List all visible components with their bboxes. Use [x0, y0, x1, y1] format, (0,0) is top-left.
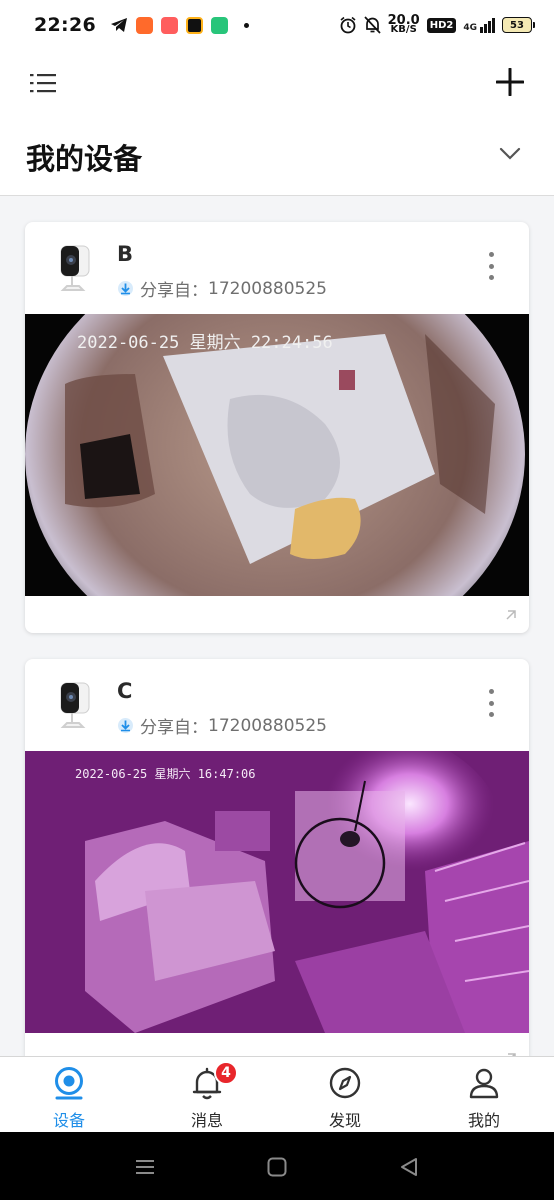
notification-icons: [110, 16, 249, 34]
feed-timestamp: 2022-06-25 星期六 16:47:06: [75, 767, 256, 781]
back-icon[interactable]: [398, 1156, 420, 1178]
music-app-icon: [160, 16, 178, 34]
more-options-icon[interactable]: [483, 689, 499, 717]
mute-bell-icon: [364, 16, 381, 34]
alarm-icon: [340, 16, 356, 34]
status-time: 22:26: [34, 14, 96, 36]
system-navigation-bar: [0, 1132, 554, 1200]
unread-badge: 4: [214, 1061, 238, 1085]
app-notification-icon: [135, 16, 153, 34]
tab-label: 发现: [328, 1111, 361, 1130]
share-label: 分享自：: [140, 718, 208, 738]
status-bar: 22:26 20.0 KB/S HD2 4G 53: [0, 0, 554, 50]
telegram-icon: [110, 18, 127, 32]
app-header: 我的设备: [0, 50, 554, 196]
camera-feed-image: [25, 751, 529, 1033]
tab-devices[interactable]: 设备: [24, 1065, 114, 1131]
camera-thumbnail-icon: [60, 682, 90, 728]
app-notification-icon: [210, 16, 228, 34]
more-notifications-dot: [243, 22, 249, 28]
tab-label: 设备: [52, 1111, 85, 1130]
camera-feed-image: [25, 314, 525, 596]
camera-live-preview[interactable]: 2022-06-25 星期六 22:24:56: [25, 314, 529, 596]
device-card[interactable]: B 分享自： 17200880525 2022-06-25 星期六 22:24:…: [25, 222, 529, 633]
device-card[interactable]: C 分享自： 17200880525 2022-06-25 星期六 16:47:…: [25, 659, 529, 1079]
share-label: 分享自：: [140, 281, 208, 301]
camera-live-preview[interactable]: 2022-06-25 星期六 16:47:06: [25, 751, 529, 1033]
feed-timestamp: 2022-06-25 星期六 22:24:56: [77, 333, 333, 353]
share-account: 17200880525: [208, 278, 327, 299]
network-speed: 20.0 KB/S: [387, 13, 420, 35]
tab-label: 我的: [467, 1111, 500, 1130]
device-name: C: [117, 679, 133, 703]
bottom-tab-bar: 设备 4 消息 发现 我的: [0, 1056, 554, 1132]
hd-voice-badge: HD2: [426, 17, 457, 33]
shared-device-icon: [118, 281, 133, 296]
battery-indicator: 53: [502, 17, 535, 33]
device-name: B: [117, 242, 134, 266]
tab-discover[interactable]: 发现: [300, 1065, 390, 1131]
signal-icon: 4G: [463, 17, 495, 33]
shared-from-row: 分享自： 17200880525: [117, 713, 327, 738]
plus-icon[interactable]: [496, 68, 524, 96]
camera-icon: [55, 1067, 83, 1100]
chevron-down-icon[interactable]: [498, 146, 522, 162]
camera-thumbnail-icon: [60, 245, 90, 291]
list-icon[interactable]: [30, 72, 56, 94]
app-notification-icon: [185, 16, 203, 34]
expand-icon[interactable]: [504, 608, 518, 622]
shared-device-icon: [118, 718, 133, 733]
share-account: 17200880525: [208, 715, 327, 736]
shared-from-row: 分享自： 17200880525: [117, 276, 327, 301]
recent-apps-icon[interactable]: [134, 1156, 156, 1178]
user-icon: [469, 1068, 499, 1099]
more-options-icon[interactable]: [483, 252, 499, 280]
system-status-icons: 20.0 KB/S HD2 4G 53: [339, 13, 535, 35]
home-icon[interactable]: [266, 1156, 288, 1178]
tab-label: 消息: [190, 1111, 223, 1130]
tab-profile[interactable]: 我的: [439, 1065, 529, 1131]
tab-messages[interactable]: 4 消息: [162, 1061, 252, 1131]
compass-icon: [329, 1067, 361, 1099]
page-title: 我的设备: [26, 142, 143, 176]
